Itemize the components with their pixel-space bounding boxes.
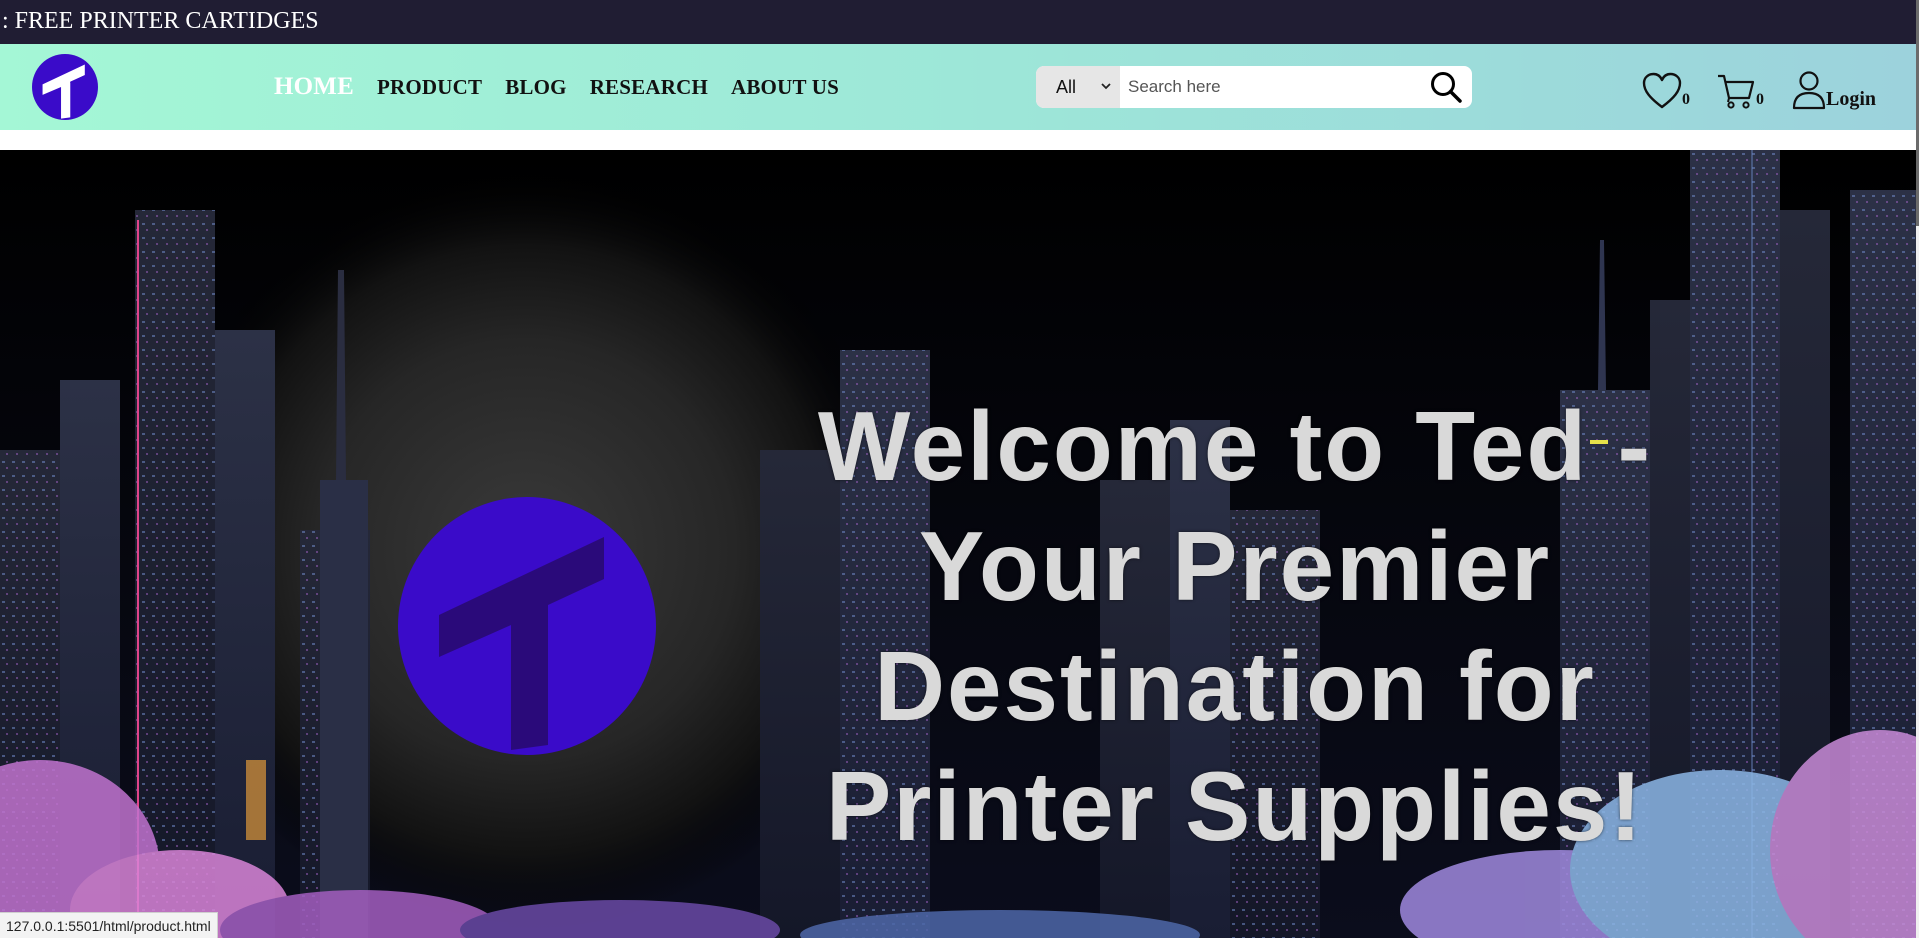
login-button[interactable]: Login (1792, 66, 1876, 110)
search-bar: All (1036, 66, 1472, 108)
user-icon (1792, 71, 1826, 110)
announcement-text: : FREE PRINTER CARTIDGES (2, 8, 319, 34)
heart-icon (1642, 72, 1682, 109)
hero-title-line-2: Your Premier (918, 511, 1552, 621)
wishlist-button[interactable]: 0 (1642, 66, 1690, 110)
hero-title-line-1: Welcome to Ted - (817, 391, 1653, 501)
hero-logo (398, 497, 656, 755)
hero-title-line-4: Printer Supplies! (825, 751, 1645, 861)
nav-about-us[interactable]: ABOUT US (731, 75, 839, 100)
announcement-bar: : FREE PRINTER CARTIDGES (0, 0, 1919, 44)
hero-title: Welcome to Ted - Your Premier Destinatio… (790, 386, 1680, 866)
nav-research[interactable]: RESEARCH (590, 75, 708, 100)
hero-banner: Welcome to Ted - Your Premier Destinatio… (0, 150, 1916, 938)
site-header: HOME PRODUCT BLOG RESEARCH ABOUT US All (0, 44, 1916, 130)
search-button[interactable] (1420, 66, 1472, 108)
logo-link[interactable] (32, 54, 98, 120)
wishlist-count: 0 (1682, 91, 1690, 108)
search-category-select[interactable]: All (1036, 66, 1120, 108)
search-icon (1431, 72, 1462, 103)
chevron-down-icon (1101, 83, 1111, 90)
ted-logo-icon (32, 54, 98, 120)
cart-count: 0 (1756, 91, 1764, 108)
nav-blog[interactable]: BLOG (505, 75, 566, 100)
search-input[interactable] (1120, 66, 1420, 108)
nav-home[interactable]: HOME (274, 73, 354, 101)
hero-title-line-3: Destination for (874, 631, 1596, 741)
login-label: Login (1826, 88, 1877, 110)
main-nav: HOME PRODUCT BLOG RESEARCH ABOUT US (274, 44, 862, 130)
nav-product[interactable]: PRODUCT (377, 75, 482, 100)
search-category-value: All (1056, 76, 1077, 97)
header-divider (0, 130, 1916, 150)
cart-icon (1718, 74, 1755, 109)
browser-status-url: 127.0.0.1:5501/html/product.html (0, 912, 218, 938)
page: : FREE PRINTER CARTIDGES HOME PRODUCT BL… (0, 0, 1919, 938)
cart-button[interactable]: 0 (1716, 66, 1764, 110)
